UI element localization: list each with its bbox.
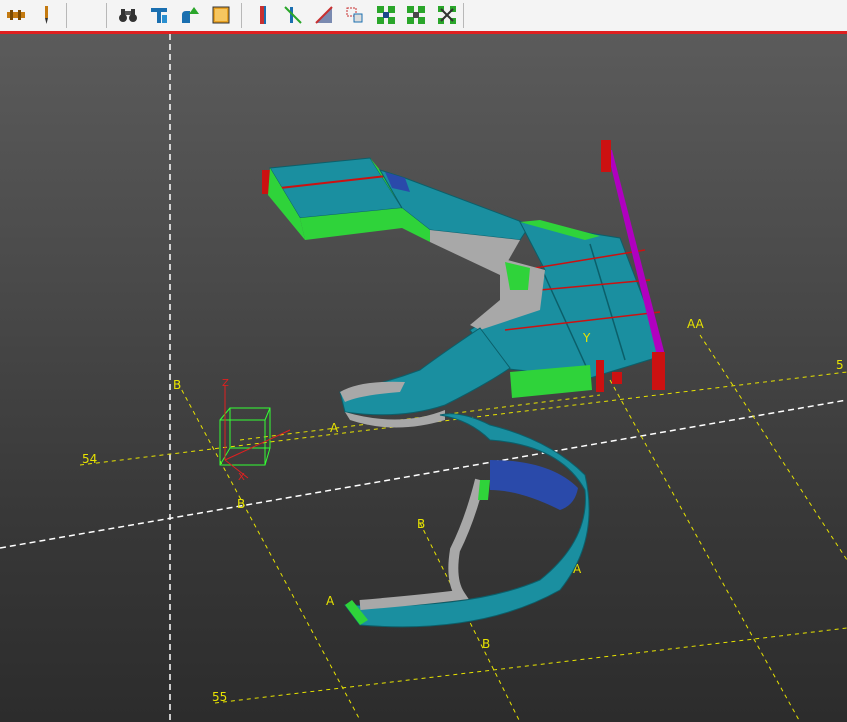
toolbar-separator xyxy=(463,3,464,28)
beam-icon[interactable] xyxy=(5,4,27,26)
grid-label-b-bottom: B xyxy=(482,637,490,651)
toolbar-separator xyxy=(106,3,107,28)
axis-gizmo: Z X xyxy=(219,378,291,483)
binoculars-icon[interactable] xyxy=(117,4,139,26)
plane-icon[interactable] xyxy=(313,4,335,26)
grid-label-b-lower: B xyxy=(417,517,425,531)
curved-flight-upper[interactable] xyxy=(339,327,511,428)
cluster-b-icon[interactable] xyxy=(405,4,427,26)
line-cut-icon[interactable] xyxy=(282,4,304,26)
curved-flight-lower[interactable] xyxy=(343,413,590,628)
grid-label-aa: AA xyxy=(687,317,705,331)
grid-label-a-mid: A xyxy=(330,421,339,435)
pen-icon[interactable] xyxy=(35,4,57,26)
axis-label-z: Z xyxy=(222,378,229,389)
grid-label-5: 5 xyxy=(836,358,844,372)
scene: AA 5 A 54 B B B A A B 55 Z X Y xyxy=(0,34,847,722)
toolbar-separator xyxy=(66,3,67,28)
toolbar-separator xyxy=(241,3,242,28)
grid-label-54: 54 xyxy=(82,452,97,466)
shape-up-icon[interactable] xyxy=(179,4,201,26)
grid-label-b-mid: B xyxy=(237,497,245,511)
cluster-c-icon[interactable] xyxy=(436,4,458,26)
cluster-a-icon[interactable] xyxy=(375,4,397,26)
3d-viewport[interactable]: AA 5 A 54 B B B A A B 55 Z X Y xyxy=(0,34,847,722)
axis-label-y: Y xyxy=(582,331,591,345)
column-icon[interactable] xyxy=(251,4,273,26)
t-section-icon[interactable] xyxy=(148,4,170,26)
box-icon[interactable] xyxy=(210,4,232,26)
upper-stair-flight[interactable] xyxy=(378,169,531,275)
toolbar xyxy=(0,0,847,32)
upper-landing[interactable] xyxy=(262,157,410,240)
axis-label-x: X xyxy=(238,472,245,483)
grid-label-55: 55 xyxy=(212,690,227,704)
grid-label-b-left: B xyxy=(173,378,181,392)
grid-label-a-lower: A xyxy=(326,594,335,608)
select-window-icon[interactable] xyxy=(344,4,366,26)
